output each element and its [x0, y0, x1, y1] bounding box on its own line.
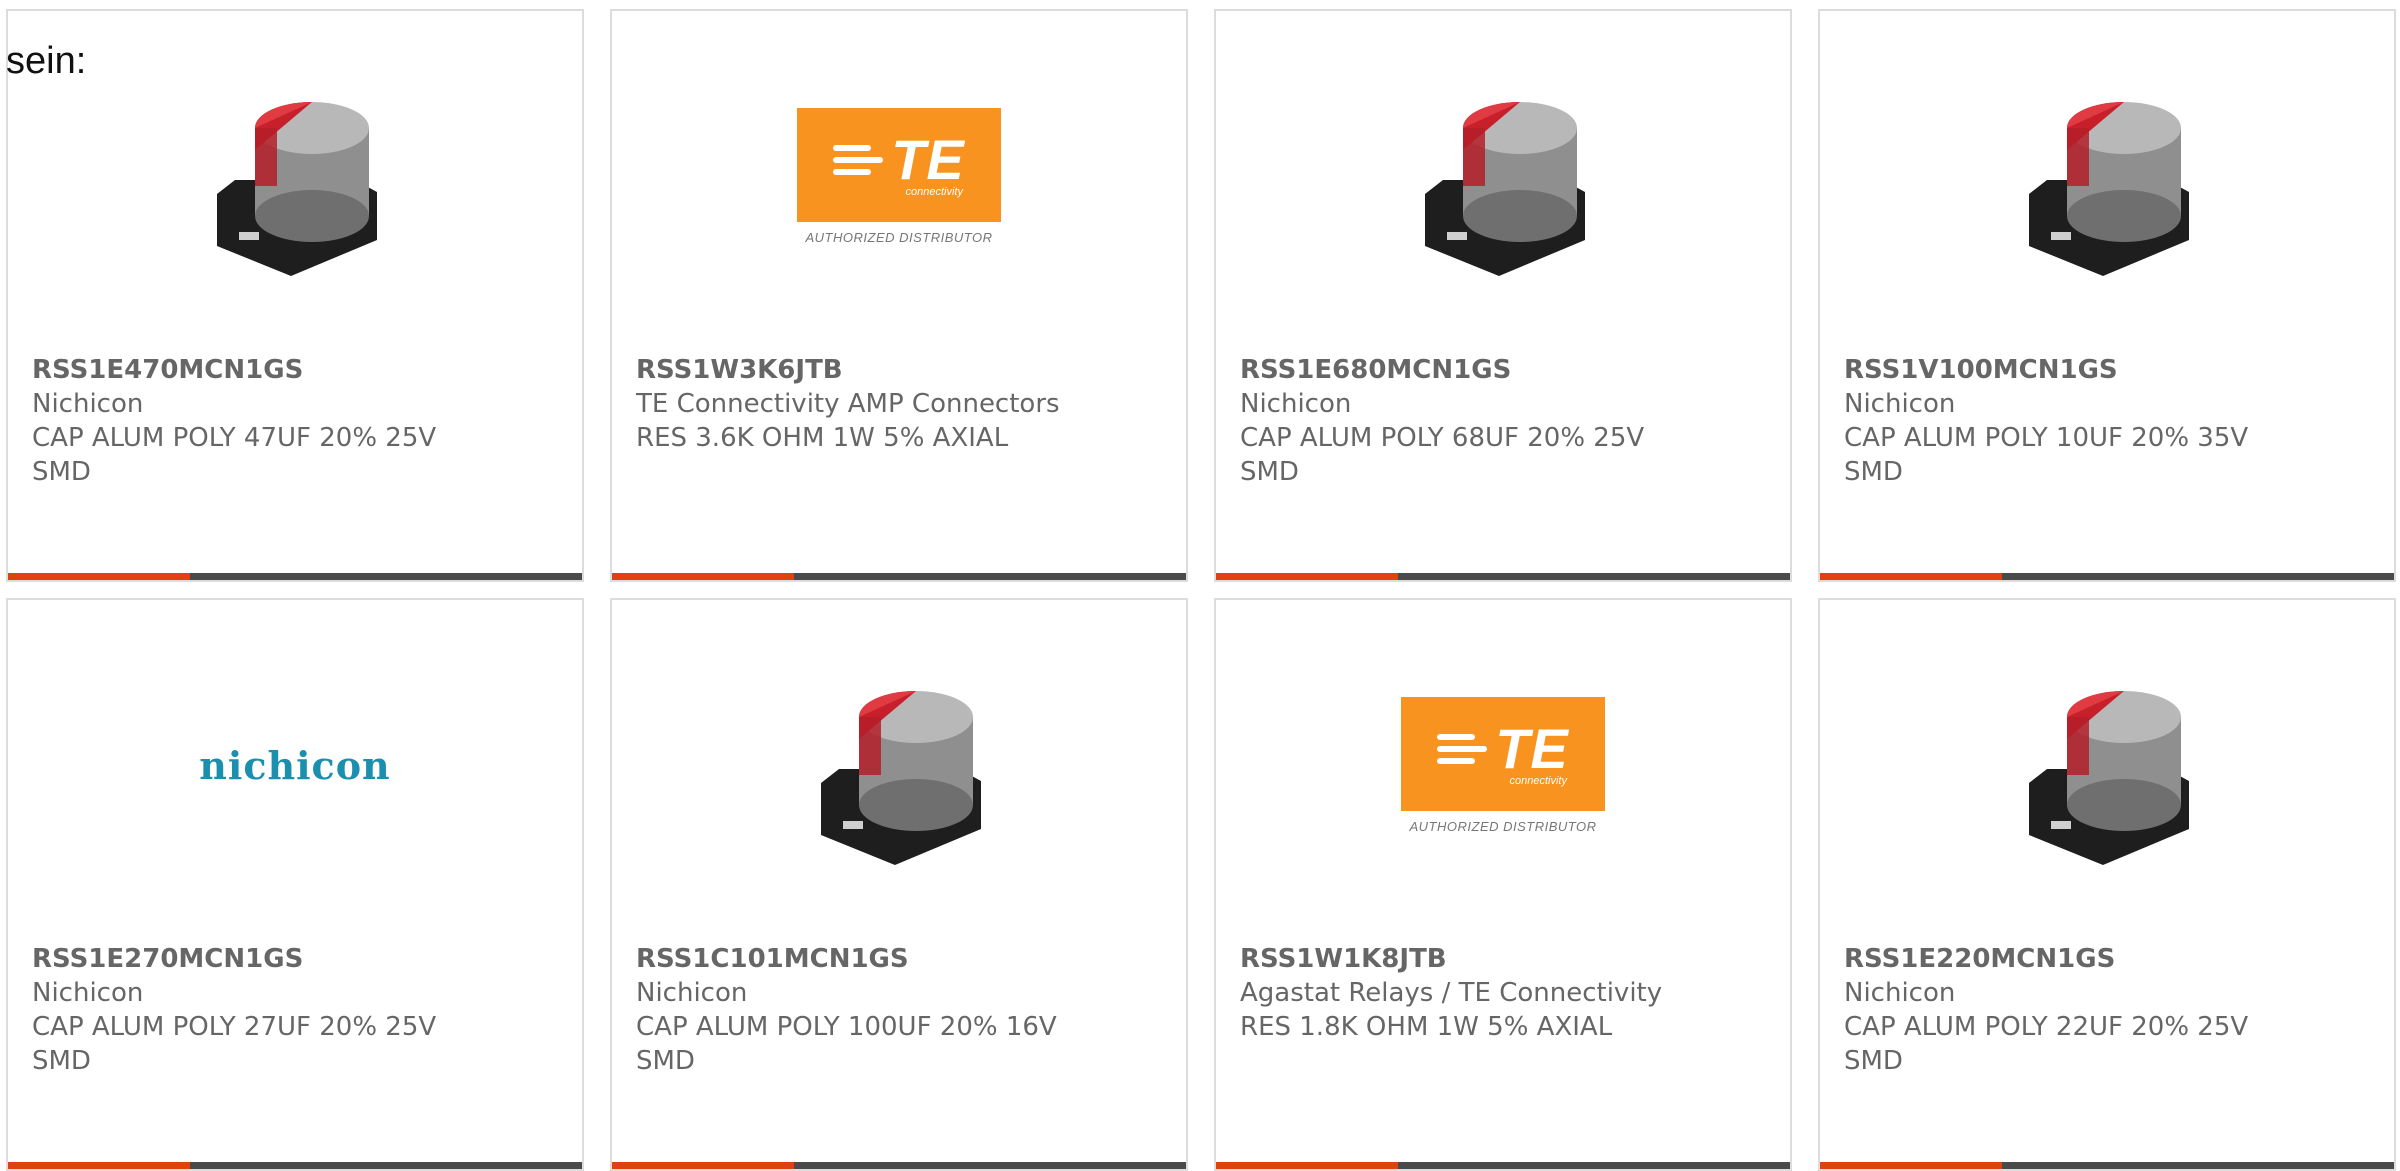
- card-bar-accent: [612, 573, 794, 580]
- product-card[interactable]: RSS1E220MCN1GS Nichicon CAP ALUM POLY 22…: [1818, 598, 2396, 1171]
- product-image[interactable]: TE connectivity AUTHORIZED DISTRIBUTOR: [1216, 600, 1790, 930]
- part-number[interactable]: RSS1E270MCN1GS: [32, 942, 562, 976]
- part-number[interactable]: RSS1C101MCN1GS: [636, 942, 1166, 976]
- te-logo: TE connectivity AUTHORIZED DISTRIBUTOR: [1401, 696, 1605, 834]
- capacitor-image: [2029, 102, 2189, 276]
- part-number[interactable]: RSS1W3K6JTB: [636, 353, 1166, 387]
- product-image[interactable]: [612, 600, 1186, 930]
- te-lines-icon: [1437, 733, 1488, 764]
- part-number[interactable]: RSS1V100MCN1GS: [1844, 353, 2374, 387]
- description: CAP ALUM POLY 10UF 20% 35V SMD: [1844, 423, 2249, 487]
- product-image[interactable]: [8, 11, 582, 341]
- manufacturer: TE Connectivity AMP Connectors: [636, 389, 1060, 419]
- card-bar-accent: [8, 573, 190, 580]
- product-card[interactable]: RSS1C101MCN1GS Nichicon CAP ALUM POLY 10…: [610, 598, 1188, 1171]
- te-lines-icon: [833, 144, 884, 175]
- product-image[interactable]: [1820, 11, 2394, 341]
- part-number[interactable]: RSS1W1K8JTB: [1240, 942, 1770, 976]
- card-bar: [8, 1162, 582, 1169]
- te-logo-box: TE connectivity: [797, 107, 1001, 222]
- description: CAP ALUM POLY 47UF 20% 25V SMD: [32, 423, 437, 487]
- card-bar-accent: [1216, 573, 1398, 580]
- card-bar-accent: [1820, 573, 2002, 580]
- description: RES 1.8K OHM 1W 5% AXIAL: [1240, 1012, 1613, 1042]
- product-card[interactable]: TE connectivity AUTHORIZED DISTRIBUTOR R…: [610, 9, 1188, 582]
- card-bar-accent: [8, 1162, 190, 1169]
- manufacturer: Nichicon: [32, 978, 144, 1008]
- manufacturer: Nichicon: [1240, 389, 1352, 419]
- card-bar: [8, 573, 582, 580]
- part-number[interactable]: RSS1E220MCN1GS: [1844, 942, 2374, 976]
- intro-text: sein:: [6, 40, 87, 82]
- description: CAP ALUM POLY 27UF 20% 25V SMD: [32, 1012, 437, 1076]
- te-authorized: AUTHORIZED DISTRIBUTOR: [1409, 818, 1597, 834]
- capacitor-image: [2029, 691, 2189, 865]
- te-sub: connectivity: [905, 185, 963, 198]
- capacitor-image: [821, 691, 981, 865]
- product-card[interactable]: RSS1E680MCN1GS Nichicon CAP ALUM POLY 68…: [1214, 9, 1792, 582]
- capacitor-image: [217, 102, 377, 276]
- manufacturer: Nichicon: [1844, 978, 1956, 1008]
- manufacturer: Nichicon: [32, 389, 144, 419]
- te-logo: TE connectivity AUTHORIZED DISTRIBUTOR: [797, 107, 1001, 245]
- description: CAP ALUM POLY 22UF 20% 25V SMD: [1844, 1012, 2249, 1076]
- description: CAP ALUM POLY 100UF 20% 16V SMD: [636, 1012, 1057, 1076]
- product-card[interactable]: TE connectivity AUTHORIZED DISTRIBUTOR R…: [1214, 598, 1792, 1171]
- product-card[interactable]: RSS1V100MCN1GS Nichicon CAP ALUM POLY 10…: [1818, 9, 2396, 582]
- te-wordmark: TE: [891, 127, 965, 191]
- card-bar-accent: [612, 1162, 794, 1169]
- product-image[interactable]: [1216, 11, 1790, 341]
- card-bar: [1216, 1162, 1790, 1169]
- te-wordmark: TE: [1495, 716, 1569, 780]
- product-image[interactable]: nichicon: [8, 600, 582, 930]
- manufacturer: Agastat Relays / TE Connectivity: [1240, 978, 1663, 1008]
- te-sub: connectivity: [1509, 774, 1567, 787]
- part-number[interactable]: RSS1E680MCN1GS: [1240, 353, 1770, 387]
- card-bar: [1820, 1162, 2394, 1169]
- manufacturer: Nichicon: [636, 978, 748, 1008]
- card-bar: [612, 573, 1186, 580]
- description: RES 3.6K OHM 1W 5% AXIAL: [636, 423, 1009, 453]
- product-card[interactable]: nichicon RSS1E270MCN1GS Nichicon CAP ALU…: [6, 598, 584, 1171]
- description: CAP ALUM POLY 68UF 20% 25V SMD: [1240, 423, 1645, 487]
- te-logo-box: TE connectivity: [1401, 696, 1605, 811]
- te-authorized: AUTHORIZED DISTRIBUTOR: [805, 229, 993, 245]
- capacitor-image: [1425, 102, 1585, 276]
- card-bar: [1216, 573, 1790, 580]
- manufacturer: Nichicon: [1844, 389, 1956, 419]
- card-bar: [1820, 573, 2394, 580]
- nichicon-logo: nichicon: [199, 742, 391, 788]
- card-bar: [612, 1162, 1186, 1169]
- part-number[interactable]: RSS1E470MCN1GS: [32, 353, 562, 387]
- card-bar-accent: [1216, 1162, 1398, 1169]
- product-image[interactable]: [1820, 600, 2394, 930]
- product-card[interactable]: RSS1E470MCN1GS Nichicon CAP ALUM POLY 47…: [6, 9, 584, 582]
- product-image[interactable]: TE connectivity AUTHORIZED DISTRIBUTOR: [612, 11, 1186, 341]
- card-bar-accent: [1820, 1162, 2002, 1169]
